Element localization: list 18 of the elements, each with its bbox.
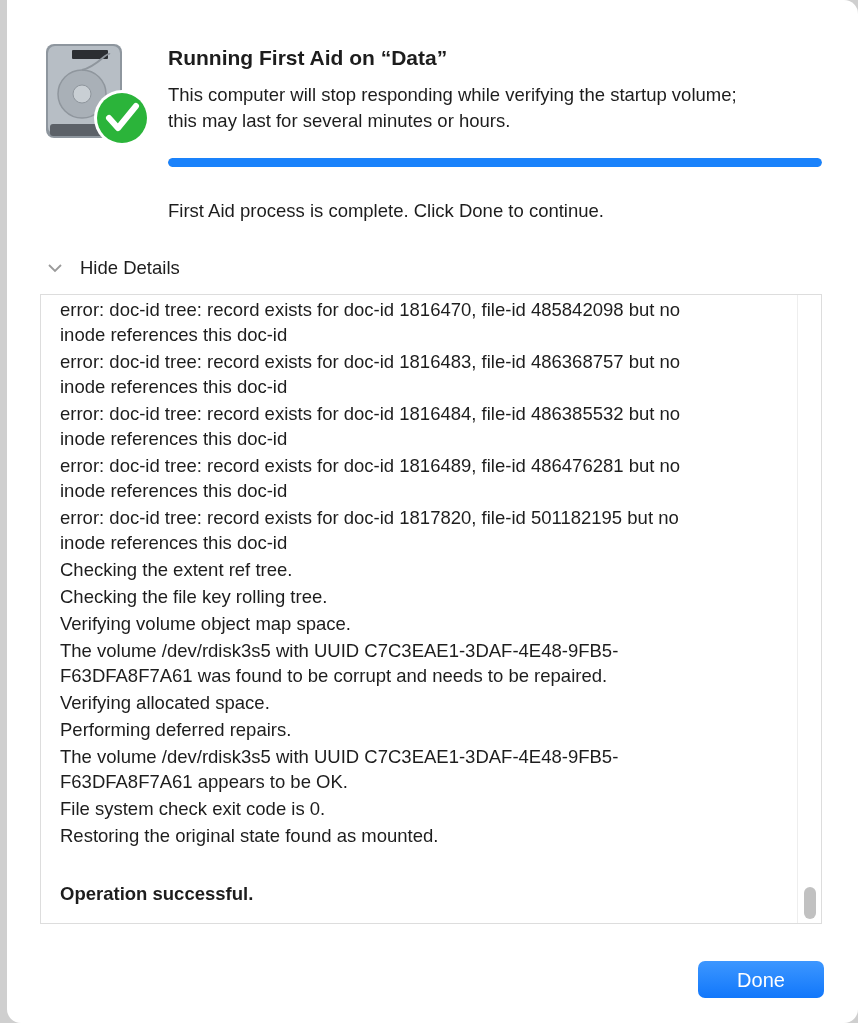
log-line: Checking the extent ref tree. (60, 558, 294, 582)
status-text: First Aid process is complete. Click Done to continue. (168, 198, 605, 223)
log-line: The volume /dev/rdisk3s5 with UUID C7C3EAE1-3DAF-4E48-9FB5-F63DFA8F7A61 appears to be OK. (60, 745, 620, 794)
log-line: Performing deferred repairs. (60, 718, 293, 742)
chevron-icon (48, 263, 62, 273)
log-line: The volume /dev/rdisk3s5 with UUID C7C3EAE1-3DAF-4E48-9FB5-F63DFA8F7A61 was found to be corrupt and needs to be repaired. (60, 639, 620, 688)
log-line: Checking the file key rolling tree. (60, 585, 329, 609)
log-line: Verifying allocated space. (60, 691, 271, 715)
log-line: Restoring the original state found as mounted. (60, 824, 440, 848)
done-button[interactable]: Done (698, 961, 824, 998)
log-line: Operation successful. (60, 882, 255, 906)
dialog-message: This computer will stop responding while verifying the startup volume; this may last for several minutes or hours. (168, 82, 738, 133)
scrollbar-thumb (803, 887, 816, 919)
log-line: File system check exit code is 0. (60, 797, 327, 821)
details-toggle[interactable]: Hide Details (48, 254, 180, 282)
log-line: Verifying volume object map space. (60, 612, 352, 636)
log-line: error: doc-id tree: record exists for doc-id 1817820, file-id 501182195 but no inode references this doc-id (60, 506, 680, 555)
dialog-title: Running First Aid on “Data” (168, 45, 449, 71)
